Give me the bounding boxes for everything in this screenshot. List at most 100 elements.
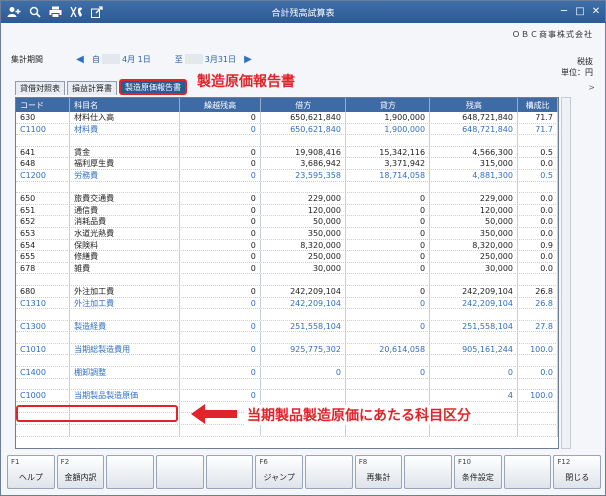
table-row[interactable]: 648 福利厚生費 0 3,686,942 3,371,942 315,000 0.0 — [16, 158, 558, 170]
cell-ratio: 0.0 — [518, 251, 558, 262]
fkey-label: ヘルプ — [18, 473, 43, 482]
tab-balance-sheet[interactable]: 貸借対照表 — [15, 81, 65, 95]
header-name[interactable]: 科目名 — [70, 98, 180, 112]
fkey-button-11[interactable] — [503, 455, 552, 489]
table-row — [16, 274, 558, 286]
table-row[interactable]: C1400 棚卸調整 0 0 0 0 0.0 — [16, 367, 558, 379]
header-credit[interactable]: 貸方 — [346, 98, 431, 112]
table-row[interactable]: 641 賃金 0 19,908,416 15,342,116 4,566,300 0.5 — [16, 146, 558, 159]
table-row[interactable]: 630 材料仕入高 0 650,621,840 1,900,000 648,721,840… — [16, 112, 558, 124]
table-row[interactable]: 680 外注加工費 0 242,209,104 0 242,209,104 26.8 — [16, 285, 558, 298]
fkey-number: F10 — [458, 458, 471, 466]
cell-balance: 251,558,104 — [430, 320, 518, 332]
cell-code: C1400 — [16, 367, 71, 378]
cell-name: 外注加工費 — [70, 297, 180, 309]
table-row[interactable]: C1300 製造経費 0 251,558,104 0 251,558,104 27.8 — [16, 320, 558, 333]
fkey-button-10[interactable]: F10 条件設定 — [454, 455, 502, 489]
cell-credit: 0 — [346, 285, 431, 297]
cell-credit: 0 — [346, 216, 431, 227]
cell-ratio — [518, 332, 558, 343]
cell-ratio: 100.0 — [518, 390, 558, 401]
table-row[interactable]: C1010 当期総製造費用 0 925,775,302 20,614,058 905,16… — [16, 343, 558, 356]
table-row — [16, 181, 558, 194]
vertical-scrollbar[interactable] — [561, 97, 571, 449]
table-row[interactable]: 651 通信費 0 120,000 0 120,000 0.0 — [16, 204, 558, 217]
fkey-label: 金額内訳 — [64, 473, 97, 482]
fkey-number: F8 — [358, 458, 368, 466]
cell-debit — [261, 332, 346, 343]
minimize-icon[interactable]: ─ — [557, 4, 571, 18]
cell-ratio: 71.7 — [518, 123, 558, 135]
table-row[interactable]: 654 保険料 0 8,320,000 0 8,320,000 0.9 — [16, 239, 558, 252]
callout-bottom: 当期製品製造原価にあたる科目区分 — [245, 405, 473, 425]
table-row[interactable]: C1000 当期製品製造原価 0 4 100.0 — [16, 390, 558, 402]
header-balance[interactable]: 残高 — [430, 98, 519, 112]
cell-balance: 242,209,104 — [430, 285, 518, 297]
fkey-button-7[interactable] — [305, 455, 353, 489]
tab-manufacturing-cost[interactable]: 製造原価報告書 — [119, 79, 187, 95]
fkey-button-2[interactable]: F2 金額内訳 — [56, 455, 105, 489]
close-icon[interactable]: ✕ — [589, 4, 603, 18]
table-row[interactable]: C1310 外注加工費 0 242,209,104 0 242,209,104 26.8 — [16, 297, 558, 310]
table-row[interactable]: 655 修繕費 0 250,000 0 250,000 0.0 — [16, 251, 558, 263]
fkey-number: F2 — [60, 458, 70, 466]
period-selector: ◀ 自 4月 1日 至 3月31日 ▶ — [75, 53, 253, 65]
period-to[interactable]: 至 3月31日 — [172, 53, 239, 65]
fkey-button-9[interactable] — [404, 455, 453, 489]
cell-ratio: 71.7 — [518, 112, 558, 123]
fkey-button-12[interactable]: F12 閉じる — [553, 455, 602, 489]
cell-opening — [180, 332, 261, 343]
fkey-button-8[interactable]: F8 再集計 — [354, 455, 403, 489]
table-row[interactable]: C1100 材料費 0 650,621,840 1,900,000 648,721,840… — [16, 123, 558, 136]
header-ratio[interactable]: 構成比 — [518, 98, 558, 112]
cell-ratio: 0.0 — [518, 193, 558, 204]
highlight-box — [16, 405, 178, 422]
cell-ratio: 0.5 — [518, 169, 558, 181]
fkey-button-1[interactable]: F1 ヘルプ — [7, 455, 55, 489]
cell-ratio: 27.8 — [518, 320, 558, 332]
chevron-right-icon[interactable]: > — [588, 83, 595, 92]
cell-balance — [430, 425, 518, 436]
header-debit[interactable]: 借方 — [261, 98, 347, 112]
cell-debit: 30,000 — [261, 262, 346, 274]
period-to-date: 3月31日 — [204, 54, 237, 64]
cell-balance — [430, 135, 518, 146]
cell-code — [16, 135, 71, 146]
cell-code: 648 — [16, 158, 71, 169]
table-row[interactable]: 678 雑費 0 30,000 0 30,000 0.0 — [16, 262, 558, 275]
window-title: 合計残高試算表 — [271, 9, 335, 19]
table-row[interactable]: 652 消耗品費 0 50,000 0 50,000 0.0 — [16, 216, 558, 228]
next-period-icon[interactable]: ▶ — [243, 54, 253, 65]
cell-name: 材料仕入高 — [70, 112, 180, 123]
cell-ratio: 0.5 — [518, 146, 558, 158]
fkey-button-3[interactable] — [106, 455, 155, 489]
fkey-button-5[interactable] — [205, 455, 254, 489]
fkey-number: F1 — [11, 458, 20, 466]
cell-opening: 0 — [180, 390, 261, 401]
cell-debit: 19,908,416 — [261, 146, 346, 158]
cell-debit: 23,595,358 — [261, 169, 346, 181]
tab-income-statement[interactable]: 損益計算書 — [67, 81, 117, 95]
cell-credit — [346, 181, 431, 193]
table-row[interactable]: C1200 労務費 0 23,595,358 18,714,058 4,881,300 0.… — [16, 169, 558, 182]
cell-balance: 905,161,244 — [430, 343, 518, 355]
period-from[interactable]: 自 4月 1日 — [89, 53, 154, 65]
cell-debit: 50,000 — [261, 216, 346, 227]
cell-credit — [346, 390, 431, 401]
cell-ratio: 0.9 — [518, 239, 558, 251]
table-row[interactable]: 653 水道光熱費 0 350,000 0 350,000 0.0 — [16, 227, 558, 240]
cell-debit — [261, 274, 346, 285]
cell-debit: 8,320,000 — [261, 239, 346, 251]
prev-period-icon[interactable]: ◀ — [75, 54, 85, 65]
cell-name — [70, 135, 180, 146]
cell-name: 棚卸調整 — [70, 367, 180, 378]
maximize-icon[interactable]: □ — [573, 4, 587, 18]
fkey-button-6[interactable]: F6 ジャンプ — [255, 455, 304, 489]
header-code[interactable]: コード — [16, 98, 71, 112]
cell-name: 旅費交通費 — [70, 193, 180, 204]
cell-credit: 0 — [346, 193, 431, 204]
fkey-button-4[interactable] — [156, 455, 204, 489]
cell-balance: 229,000 — [430, 193, 518, 204]
table-row[interactable]: 650 旅費交通費 0 229,000 0 229,000 0.0 — [16, 193, 558, 205]
header-opening[interactable]: 繰越残高 — [180, 98, 262, 112]
